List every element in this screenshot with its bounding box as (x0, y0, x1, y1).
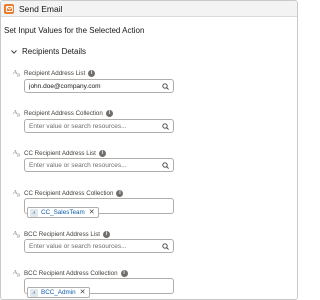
field-label-recipient-address-collection: AB Recipient Address Collection i (13, 109, 113, 117)
resource-pill[interactable]: A BCC_Admin ✕ (27, 287, 90, 298)
field-label-cc-recipient-address-collection: AB CC Recipient Address Collection i (13, 189, 124, 198)
text-type-icon: AB (13, 269, 20, 278)
text-type-icon: A (30, 208, 38, 217)
cc-recipient-address-collection-input[interactable]: A CC_SalesTeam ✕ (24, 198, 174, 218)
close-icon[interactable]: ✕ (89, 209, 95, 216)
info-icon[interactable]: i (98, 149, 106, 157)
info-icon[interactable]: i (103, 230, 111, 238)
recipient-address-list-input[interactable]: john.doe@company.com (24, 79, 174, 93)
resource-pill[interactable]: A CC_SalesTeam ✕ (27, 207, 99, 218)
chevron-down-icon (11, 49, 17, 54)
bcc-recipient-address-collection-input[interactable]: A BCC_Admin ✕ (24, 278, 174, 298)
field-label-cc-recipient-address-list: AB CC Recipient Address List i (13, 149, 106, 157)
text-type-icon: A (30, 288, 38, 297)
text-type-icon: AB (13, 149, 20, 158)
cc-recipient-address-list-input[interactable]: Enter value or search resources... (24, 158, 174, 172)
close-icon[interactable]: ✕ (80, 289, 86, 296)
search-icon (162, 243, 169, 250)
info-icon[interactable]: i (120, 269, 128, 277)
panel-header: Send Email (1, 1, 297, 17)
text-type-icon: AB (13, 69, 20, 78)
recipients-section-toggle[interactable]: Recipients Details (10, 47, 86, 56)
search-icon (162, 123, 169, 130)
section-title: Recipients Details (22, 47, 87, 56)
info-icon[interactable]: i (88, 69, 96, 77)
recipient-address-collection-input[interactable]: Enter value or search resources... (24, 119, 174, 133)
email-action-icon (4, 3, 14, 14)
bcc-recipient-address-list-input[interactable]: Enter value or search resources... (24, 239, 174, 253)
field-label-bcc-recipient-address-collection: AB BCC Recipient Address Collection i (13, 269, 128, 277)
field-label-bcc-recipient-address-list: AB BCC Recipient Address List i (13, 230, 111, 239)
field-label-recipient-address-list: AB Recipient Address List i (13, 69, 96, 78)
text-type-icon: AB (13, 189, 20, 198)
info-icon[interactable]: i (116, 189, 124, 197)
text-type-icon: AB (13, 109, 20, 118)
text-type-icon: AB (13, 230, 20, 239)
search-icon (162, 162, 169, 169)
send-email-panel: Send Email Set Input Values for the Sele… (0, 0, 298, 300)
info-icon[interactable]: i (105, 109, 113, 117)
panel-title: Send Email (19, 3, 63, 14)
action-subtitle: Set Input Values for the Selected Action (4, 26, 145, 35)
search-icon (162, 83, 169, 90)
